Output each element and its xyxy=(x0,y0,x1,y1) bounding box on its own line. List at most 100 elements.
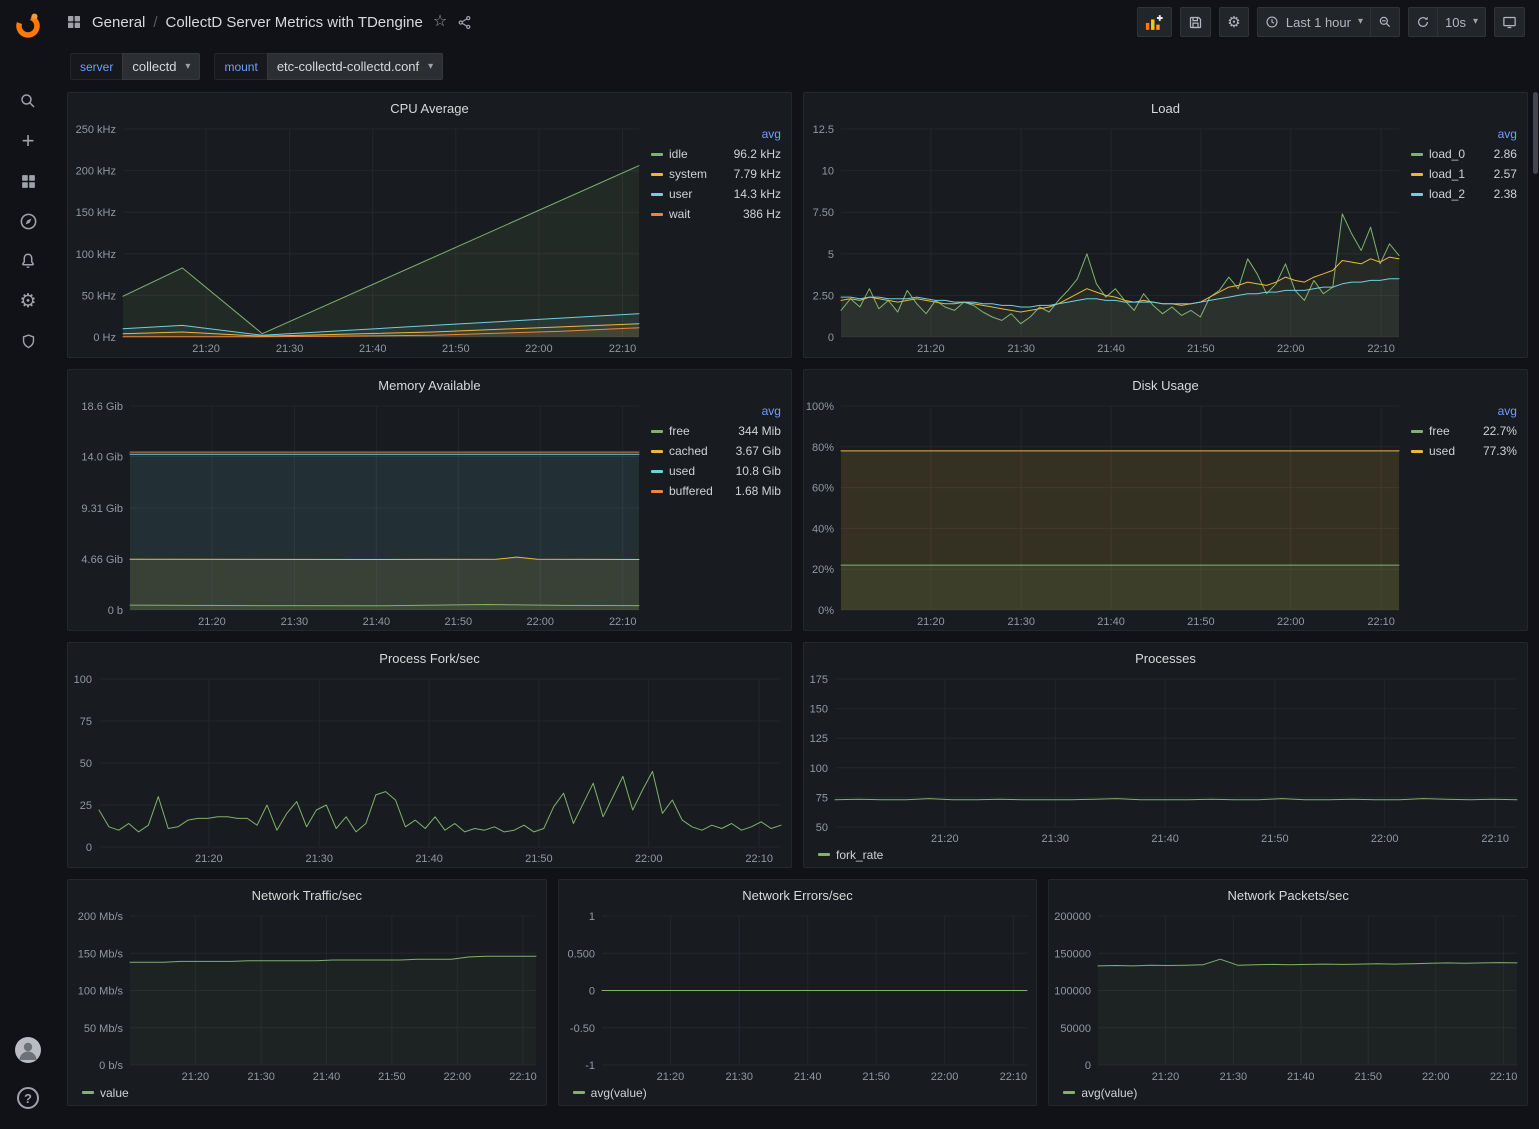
dashboard-title[interactable]: CollectD Server Metrics with TDengine xyxy=(166,14,423,31)
legend-series-name[interactable]: user xyxy=(669,187,692,201)
legend-item-wait[interactable]: wait386 Hz xyxy=(651,207,781,221)
panel-title[interactable]: Network Errors/sec xyxy=(559,880,1037,906)
sidebar-alerting-button[interactable] xyxy=(7,244,49,278)
legend-item-used[interactable]: used77.3% xyxy=(1411,444,1517,458)
breadcrumb-folder[interactable]: General xyxy=(92,14,145,31)
legend-item-used[interactable]: used10.8 Gib xyxy=(651,464,781,478)
legend-item-free[interactable]: free22.7% xyxy=(1411,424,1517,438)
chart-memory-available[interactable]: 21:2021:3021:4021:5022:0022:100 b4.66 Gi… xyxy=(68,396,649,630)
sidebar-server-admin-button[interactable] xyxy=(7,324,49,358)
save-dashboard-button[interactable] xyxy=(1180,7,1211,37)
legend-series-name[interactable]: load_2 xyxy=(1429,187,1465,201)
legend-item-avg(value)[interactable]: avg(value) xyxy=(1063,1086,1137,1100)
chart-network-errors[interactable]: 21:2021:3021:4021:5022:0022:10-1-0.5000.… xyxy=(559,906,1037,1085)
legend-avg-header[interactable]: avg xyxy=(651,127,781,141)
svg-text:21:40: 21:40 xyxy=(363,616,391,628)
chart-network-packets[interactable]: 21:2021:3021:4021:5022:0022:100500001000… xyxy=(1049,906,1527,1085)
panel-load: Load 21:2021:3021:4021:5022:0022:1002.50… xyxy=(803,92,1528,358)
legend-series-name[interactable]: wait xyxy=(669,207,690,221)
panel-title[interactable]: CPU Average xyxy=(68,93,791,119)
legend-series-name[interactable]: used xyxy=(1429,444,1455,458)
chart-network-traffic[interactable]: 21:2021:3021:4021:5022:0022:100 b/s50 Mb… xyxy=(68,906,546,1085)
legend-item-load_2[interactable]: load_22.38 xyxy=(1411,187,1517,201)
panel-network-packets: Network Packets/sec 21:2021:3021:4021:50… xyxy=(1048,879,1528,1106)
variable-value-dropdown[interactable]: collectd ▾ xyxy=(122,53,200,80)
variable-label: mount xyxy=(214,53,266,80)
time-range-picker[interactable]: Last 1 hour ▾ xyxy=(1257,7,1371,37)
sidebar-search-button[interactable] xyxy=(7,84,49,118)
svg-text:21:50: 21:50 xyxy=(862,1071,890,1083)
legend-item-load_1[interactable]: load_12.57 xyxy=(1411,167,1517,181)
sidebar-create-button[interactable]: + xyxy=(7,124,49,158)
panel-cpu-average: CPU Average 21:2021:3021:4021:5022:0022:… xyxy=(67,92,792,358)
sidebar-dashboards-button[interactable] xyxy=(7,164,49,198)
svg-text:21:30: 21:30 xyxy=(1042,833,1070,845)
legend-series-name[interactable]: idle xyxy=(669,147,688,161)
chart-disk-usage[interactable]: 21:2021:3021:4021:5022:0022:100%20%40%60… xyxy=(804,396,1409,630)
svg-text:50: 50 xyxy=(80,758,92,770)
svg-text:21:40: 21:40 xyxy=(313,1071,341,1083)
legend-item-idle[interactable]: idle96.2 kHz xyxy=(651,147,781,161)
chart-load[interactable]: 21:2021:3021:4021:5022:0022:1002.5057.50… xyxy=(804,119,1409,357)
scrollbar-thumb[interactable] xyxy=(1533,92,1538,174)
legend-avg-header[interactable]: avg xyxy=(1411,404,1517,418)
refresh-interval-picker[interactable]: 10s ▾ xyxy=(1437,7,1486,37)
help-button[interactable]: ? xyxy=(7,1081,49,1115)
svg-text:0: 0 xyxy=(1085,1060,1091,1072)
series-color-swatch xyxy=(1411,173,1423,176)
panel-title[interactable]: Network Traffic/sec xyxy=(68,880,546,906)
legend-series-name[interactable]: free xyxy=(669,424,690,438)
add-panel-button[interactable] xyxy=(1137,7,1172,37)
svg-text:18.6 Gib: 18.6 Gib xyxy=(81,401,123,413)
zoom-out-button[interactable] xyxy=(1370,7,1400,37)
star-dashboard-button[interactable]: ☆ xyxy=(433,14,447,30)
panel-title[interactable]: Disk Usage xyxy=(804,370,1527,396)
legend-series-name[interactable]: buffered xyxy=(669,484,713,498)
share-dashboard-button[interactable] xyxy=(457,15,472,30)
legend-item-free[interactable]: free344 Mib xyxy=(651,424,781,438)
legend-series-name[interactable]: load_0 xyxy=(1429,147,1465,161)
svg-text:10: 10 xyxy=(822,166,834,178)
legend-series-name[interactable]: load_1 xyxy=(1429,167,1465,181)
legend-item-load_0[interactable]: load_02.86 xyxy=(1411,147,1517,161)
legend-item-value[interactable]: value xyxy=(82,1086,129,1100)
legend-item-avg(value)[interactable]: avg(value) xyxy=(573,1086,647,1100)
legend-series-name[interactable]: system xyxy=(669,167,707,181)
svg-text:21:40: 21:40 xyxy=(1287,1071,1315,1083)
legend-avg-value: 3.67 Gib xyxy=(736,444,781,458)
user-profile-button[interactable] xyxy=(7,1033,49,1067)
grafana-logo[interactable] xyxy=(11,8,45,42)
panel-title[interactable]: Network Packets/sec xyxy=(1049,880,1527,906)
panel-title[interactable]: Memory Available xyxy=(68,370,791,396)
svg-text:21:40: 21:40 xyxy=(1097,343,1125,355)
legend-item-system[interactable]: system7.79 kHz xyxy=(651,167,781,181)
variable-value: collectd xyxy=(132,59,176,74)
svg-text:0 b/s: 0 b/s xyxy=(99,1060,123,1072)
variable-value-dropdown[interactable]: etc-collectd-collectd.conf ▾ xyxy=(267,53,443,80)
legend-item-cached[interactable]: cached 3.67 Gib xyxy=(651,444,781,458)
dashboard-settings-button[interactable]: ⚙ xyxy=(1219,7,1249,37)
legend-item-fork_rate[interactable]: fork_rate xyxy=(818,848,883,862)
cycle-view-button[interactable] xyxy=(1494,7,1525,37)
chart-processes[interactable]: 21:2021:3021:4021:5022:0022:105075100125… xyxy=(804,669,1527,847)
legend-item-user[interactable]: user14.3 kHz xyxy=(651,187,781,201)
panel-title[interactable]: Process Fork/sec xyxy=(68,643,791,669)
chart-cpu-average[interactable]: 21:2021:3021:4021:5022:0022:100 Hz50 kHz… xyxy=(68,119,649,357)
chart-process-fork[interactable]: 21:2021:3021:4021:5022:0022:100255075100 xyxy=(68,669,791,867)
svg-text:21:50: 21:50 xyxy=(1355,1071,1383,1083)
legend-series-name[interactable]: used xyxy=(669,464,695,478)
panel-process-fork: Process Fork/sec 21:2021:3021:4021:5022:… xyxy=(67,642,792,868)
legend-avg-header[interactable]: avg xyxy=(1411,127,1517,141)
panel-title[interactable]: Load xyxy=(804,93,1527,119)
breadcrumb-dashboards-button[interactable] xyxy=(66,14,82,30)
panel-title[interactable]: Processes xyxy=(804,643,1527,669)
svg-text:21:40: 21:40 xyxy=(359,343,387,355)
svg-text:21:50: 21:50 xyxy=(442,343,470,355)
sidebar-explore-button[interactable] xyxy=(7,204,49,238)
legend-series-name[interactable]: free xyxy=(1429,424,1450,438)
legend-item-buffered[interactable]: buffered1.68 Mib xyxy=(651,484,781,498)
legend-series-name[interactable]: cached xyxy=(669,444,708,458)
sidebar-configuration-button[interactable]: ⚙ xyxy=(7,284,49,318)
legend-avg-header[interactable]: avg xyxy=(651,404,781,418)
refresh-button[interactable] xyxy=(1408,7,1438,37)
